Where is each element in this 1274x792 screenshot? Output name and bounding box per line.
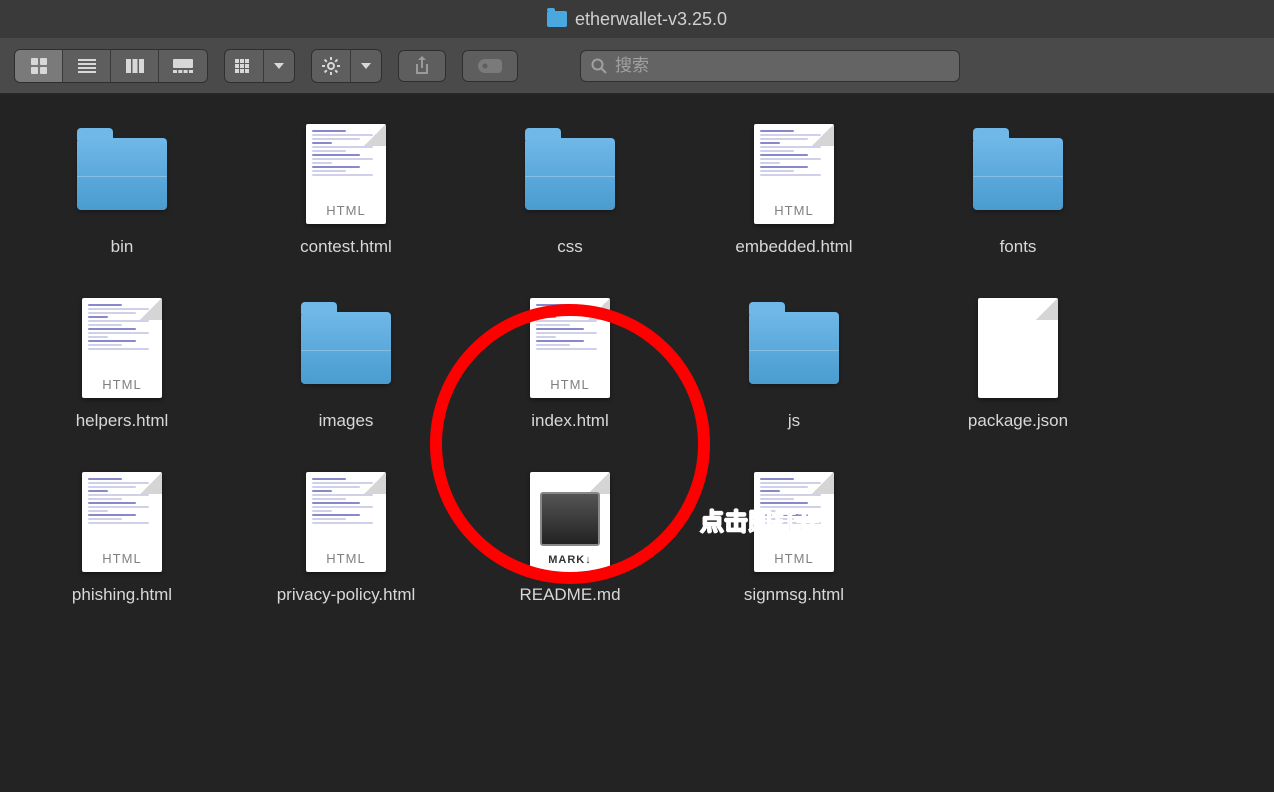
file-label: bin	[111, 236, 134, 258]
html-file-icon: HTML	[744, 472, 844, 572]
file-item-index-html[interactable]: HTML index.html	[468, 298, 672, 432]
file-item-embedded-html[interactable]: HTML embedded.html	[692, 124, 896, 258]
file-label: README.md	[519, 584, 620, 606]
file-label: phishing.html	[72, 584, 172, 606]
file-type-label: HTML	[754, 203, 834, 218]
arrange-button[interactable]	[225, 50, 264, 82]
file-label: images	[319, 410, 374, 432]
html-file-icon: HTML	[72, 472, 172, 572]
gallery-view-button[interactable]	[159, 50, 207, 82]
file-label: package.json	[968, 410, 1068, 432]
file-label: fonts	[1000, 236, 1037, 258]
folder-icon	[296, 298, 396, 398]
action-gear-button[interactable]	[312, 50, 351, 82]
html-file-icon: HTML	[72, 298, 172, 398]
file-item-js[interactable]: js	[692, 298, 896, 432]
toolbar	[0, 38, 1274, 94]
file-label: privacy-policy.html	[277, 584, 416, 606]
window-titlebar: etherwallet-v3.25.0	[0, 0, 1274, 38]
file-item-README-md[interactable]: MARK↓ README.md	[468, 472, 672, 606]
search-input[interactable]	[615, 56, 949, 76]
file-label: signmsg.html	[744, 584, 844, 606]
icon-view-button[interactable]	[15, 50, 63, 82]
file-label: index.html	[531, 410, 608, 432]
file-type-label: HTML	[754, 551, 834, 566]
search-box[interactable]	[580, 50, 960, 82]
html-file-icon: HTML	[296, 472, 396, 572]
file-item-bin[interactable]: bin	[20, 124, 224, 258]
file-label: css	[557, 236, 583, 258]
share-button[interactable]	[398, 50, 446, 82]
folder-icon	[520, 124, 620, 224]
action-dropdown[interactable]	[311, 49, 382, 83]
html-file-icon: HTML	[520, 298, 620, 398]
file-item-images[interactable]: images	[244, 298, 448, 432]
view-mode-group	[14, 49, 208, 83]
md-file-icon: MARK↓	[520, 472, 620, 572]
file-type-label: MARK↓	[530, 554, 610, 566]
arrange-chevron[interactable]	[264, 50, 294, 82]
file-label: helpers.html	[76, 410, 169, 432]
file-type-label: HTML	[82, 551, 162, 566]
file-item-package-json[interactable]: package.json	[916, 298, 1120, 432]
window-title: etherwallet-v3.25.0	[575, 9, 727, 30]
file-label: contest.html	[300, 236, 392, 258]
file-type-label: HTML	[306, 203, 386, 218]
file-label: embedded.html	[735, 236, 852, 258]
arrange-dropdown[interactable]	[224, 49, 295, 83]
file-type-label: HTML	[306, 551, 386, 566]
folder-icon	[72, 124, 172, 224]
file-type-label: HTML	[82, 377, 162, 392]
column-view-button[interactable]	[111, 50, 159, 82]
folder-icon	[744, 298, 844, 398]
html-file-icon: HTML	[296, 124, 396, 224]
file-item-css[interactable]: css	[468, 124, 672, 258]
file-item-contest-html[interactable]: HTML contest.html	[244, 124, 448, 258]
file-item-helpers-html[interactable]: HTML helpers.html	[20, 298, 224, 432]
search-icon	[591, 58, 607, 74]
file-item-fonts[interactable]: fonts	[916, 124, 1120, 258]
file-item-signmsg-html[interactable]: HTML signmsg.html	[692, 472, 896, 606]
file-grid-area: bin HTML contest.html css HTML embedded.html f…	[0, 94, 1274, 792]
file-item-phishing-html[interactable]: HTML phishing.html	[20, 472, 224, 606]
file-item-privacy-policy-html[interactable]: HTML privacy-policy.html	[244, 472, 448, 606]
html-file-icon: HTML	[744, 124, 844, 224]
file-label: js	[788, 410, 800, 432]
tag-button[interactable]	[462, 50, 518, 82]
folder-mini-icon	[547, 11, 567, 27]
file-type-label: HTML	[530, 377, 610, 392]
action-chevron[interactable]	[351, 50, 381, 82]
list-view-button[interactable]	[63, 50, 111, 82]
json-file-icon	[968, 298, 1068, 398]
folder-icon	[968, 124, 1068, 224]
